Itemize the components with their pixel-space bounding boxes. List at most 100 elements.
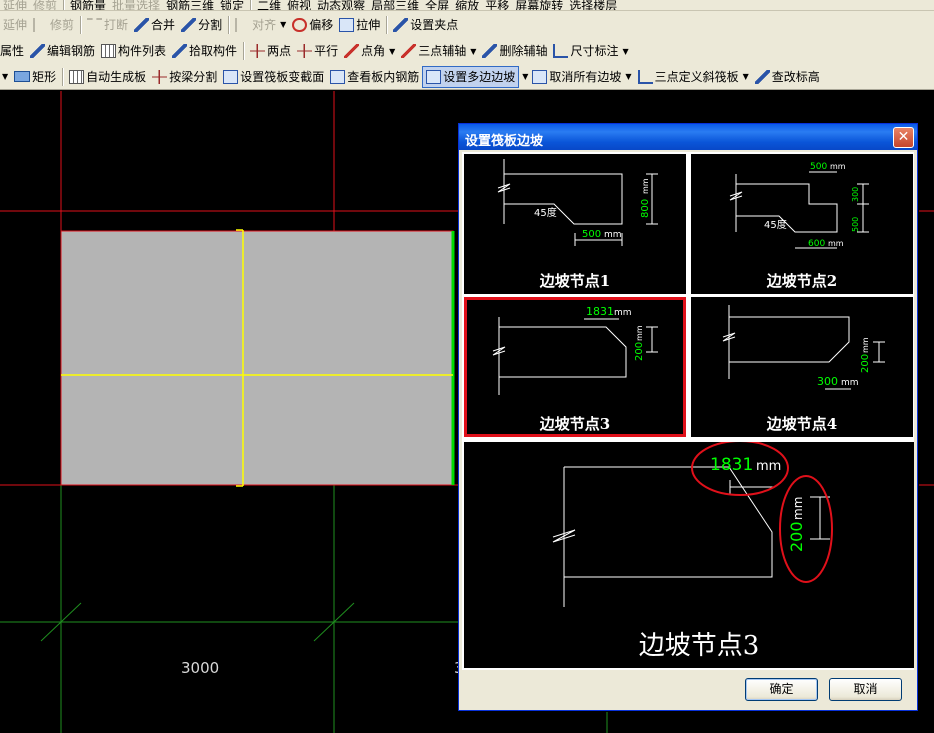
tb0-fullscreen[interactable]: 全屏 <box>422 0 452 10</box>
node-1-unit-v: mm <box>641 178 650 194</box>
set-grip-button[interactable]: 设置夹点 <box>390 14 461 36</box>
stretch-button[interactable]: 拉伸 <box>336 14 383 36</box>
dropdown-arrow-icon[interactable]: ▼ <box>622 47 628 56</box>
split-button[interactable]: 分割 <box>178 14 225 36</box>
node-4-dim-bottom: 300 <box>817 375 838 388</box>
slope-dropdown[interactable]: ▼ <box>519 66 529 88</box>
variable-section-icon <box>223 69 239 84</box>
node-2-dim-v1: 300 <box>851 187 860 202</box>
separator <box>62 67 64 86</box>
merge-button[interactable]: 合并 <box>131 14 178 36</box>
tb0-2d[interactable]: 二维 <box>254 0 284 10</box>
tb0-top-view[interactable]: 俯视 <box>284 0 314 10</box>
edge-slope-icon <box>426 69 442 84</box>
tb0-pan[interactable]: 平移 <box>482 0 512 10</box>
node-1-dim-h: 500 <box>582 229 601 240</box>
extend-button[interactable]: 延伸 <box>0 14 30 36</box>
slope-node-option-3[interactable]: 1831 mm 200 mm 边坡节点3 <box>464 297 686 437</box>
node-2-unit-top: mm <box>830 162 846 171</box>
break-icon <box>87 17 103 32</box>
close-button[interactable]: ✕ <box>893 127 914 148</box>
auto-generate-slab-button[interactable]: 自动生成板 <box>66 66 149 88</box>
component-list-button[interactable]: 构件列表 <box>98 40 169 62</box>
point-angle-button[interactable]: 点角 ▼ <box>341 40 398 62</box>
dropdown-arrow-icon[interactable]: ▼ <box>470 47 476 56</box>
tb0-zoom[interactable]: 缩放 <box>452 0 482 10</box>
slope-node-option-4[interactable]: 300 mm 200 mm 边坡节点4 <box>691 297 913 437</box>
list-icon <box>101 44 117 58</box>
tb0-lock[interactable]: 锁定 <box>217 0 247 10</box>
node-3-unit-v: mm <box>635 325 644 341</box>
trim-icon <box>33 17 48 32</box>
edit-rebar-button[interactable]: 编辑钢筋 <box>27 40 98 62</box>
dropdown-arrow-icon[interactable]: ▼ <box>2 72 8 81</box>
align-icon <box>235 17 250 32</box>
slab-region <box>60 230 454 486</box>
dropdown-arrow-icon[interactable]: ▼ <box>522 72 528 81</box>
node-1-label: 边坡节点1 <box>539 272 611 290</box>
tb0-rebar-amount[interactable]: 钢筋量 <box>67 0 109 10</box>
separator <box>228 15 230 34</box>
cancel-button[interactable]: 取消 <box>829 678 902 701</box>
two-point-button[interactable]: 两点 <box>247 40 294 62</box>
cancel-slope-icon <box>532 69 548 84</box>
pick-icon <box>172 44 188 58</box>
tb0-select-floor[interactable]: 选择楼层 <box>566 0 620 10</box>
offset-button[interactable]: 偏移 <box>289 14 336 36</box>
draw-menu-arrow[interactable]: ▼ <box>0 66 11 88</box>
elevation-icon <box>754 69 770 84</box>
align-button[interactable]: 对齐 ▼ <box>232 14 289 36</box>
rectangle-button[interactable]: 矩形 <box>11 66 59 88</box>
properties-button[interactable]: 属性 <box>0 40 27 62</box>
tb0-extend[interactable]: 延伸 <box>0 0 30 10</box>
dimension-button[interactable]: 尺寸标注 ▼ <box>550 40 631 62</box>
slope-node-option-2[interactable]: 45度 500 mm 600 mm 300 500 边坡节点2 <box>691 154 913 294</box>
slope-node-option-1[interactable]: 45度 500 mm 800 mm 边坡节点1 <box>464 154 686 294</box>
delete-axis-button[interactable]: 删除辅轴 <box>479 40 550 62</box>
preview-unit-top: mm <box>756 459 781 474</box>
ok-button[interactable]: 确定 <box>745 678 818 701</box>
dialog-title-bar[interactable]: 设置筏板边坡 <box>459 124 917 150</box>
parallel-button[interactable]: 平行 <box>294 40 341 62</box>
tb0-trim[interactable]: 修剪 <box>30 0 60 10</box>
edit-rebar-icon <box>30 44 46 58</box>
toolbar-row-slab: ▼ 矩形 自动生成板 按梁分割 设置筏板变截面 查看板内钢筋 设置多边边坡 ▼ … <box>0 64 934 90</box>
dropdown-arrow-icon[interactable]: ▼ <box>625 72 631 81</box>
tb0-rotate-screen[interactable]: 屏幕旋转 <box>512 0 566 10</box>
node-4-dim-v: 200 <box>860 354 871 373</box>
node-2-dim-v2: 500 <box>851 217 860 232</box>
trim-button[interactable]: 修剪 <box>30 14 77 36</box>
split-icon <box>181 17 197 32</box>
cancel-all-slopes-button[interactable]: 取消所有边坡 ▼ <box>529 66 634 88</box>
tb0-dynamic-view[interactable]: 动态观察 <box>314 0 368 10</box>
split-by-beam-button[interactable]: 按梁分割 <box>149 66 220 88</box>
tb0-local-3d[interactable]: 局部三维 <box>368 0 422 10</box>
separator <box>63 0 65 10</box>
slope-node-preview: 1831 mm 200 mm 边坡节点3 <box>464 442 914 668</box>
separator <box>243 42 245 60</box>
break-button[interactable]: 打断 <box>84 14 131 36</box>
pick-component-button[interactable]: 拾取构件 <box>169 40 240 62</box>
preview-dim-v: 200 <box>787 521 806 552</box>
delete-axis-icon <box>482 44 498 58</box>
node-1-dim-v: 800 <box>640 199 651 218</box>
rectangle-icon <box>14 71 31 82</box>
dropdown-arrow-icon[interactable]: ▼ <box>389 47 395 56</box>
offset-icon <box>292 17 308 32</box>
tb0-batch-select[interactable]: 批量选择 <box>109 0 163 10</box>
stretch-icon <box>339 17 355 32</box>
dropdown-arrow-icon[interactable]: ▼ <box>743 72 749 81</box>
variable-section-button[interactable]: 设置筏板变截面 <box>220 66 327 88</box>
three-point-sloped-slab-button[interactable]: 三点定义斜筏板 ▼ <box>635 66 752 88</box>
view-slab-rebar-button[interactable]: 查看板内钢筋 <box>327 66 422 88</box>
node-2-unit-bottom: mm <box>828 239 844 248</box>
toolbar-row-modify: 延伸 修剪 打断 合并 分割 对齐 ▼ 偏移 拉伸 设置夹点 <box>0 11 934 38</box>
node-1-unit-h: mm <box>604 230 622 240</box>
check-elevation-button[interactable]: 查改标高 <box>752 66 823 88</box>
dropdown-arrow-icon[interactable]: ▼ <box>280 20 286 29</box>
three-point-axis-button[interactable]: 三点辅轴 ▼ <box>398 40 479 62</box>
node-2-angle: 45度 <box>764 218 787 231</box>
node-2-dim-bottom: 600 <box>808 239 825 249</box>
tb0-rebar-3d[interactable]: 钢筋三维 <box>163 0 217 10</box>
set-multi-edge-slope-button[interactable]: 设置多边边坡 <box>422 65 520 88</box>
